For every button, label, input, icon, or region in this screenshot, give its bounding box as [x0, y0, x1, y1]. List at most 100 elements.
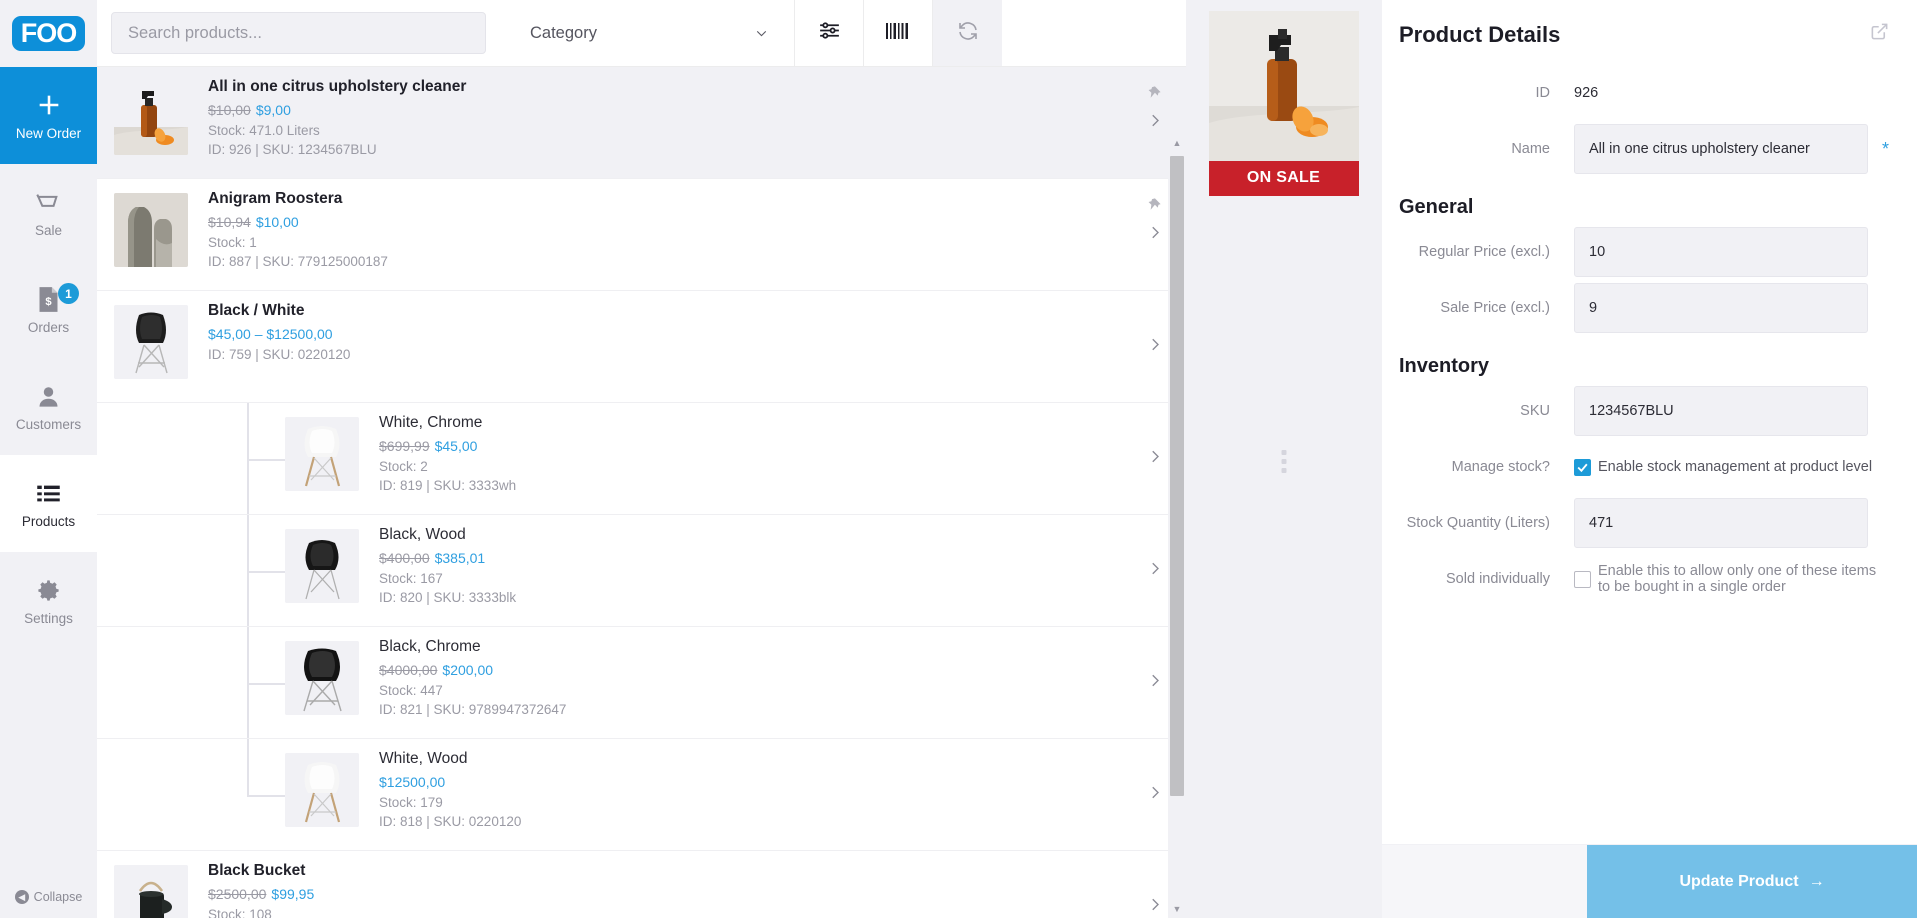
sidebar-item-customers[interactable]: Customers — [0, 358, 97, 455]
filter-button[interactable] — [795, 0, 864, 66]
product-stock: Stock: 471.0 Liters — [208, 123, 320, 138]
price-current: $9,00 — [255, 102, 291, 118]
price-current: $45,00 — [434, 438, 478, 454]
sidebar-item-products[interactable]: Products — [0, 455, 97, 552]
product-identifiers: ID: 819 | SKU: 3333wh — [379, 478, 517, 493]
sold-individually-checkbox-row[interactable]: Enable this to allow only one of these i… — [1574, 563, 1889, 595]
product-name: Black, Wood — [379, 526, 466, 543]
price-original: $2500,00 — [208, 886, 267, 902]
chevron-left-icon: ◀ — [14, 890, 29, 904]
product-stock: Stock: 2 — [379, 459, 428, 474]
product-row[interactable]: All in one citrus upholstery cleaner $10,… — [97, 67, 1186, 179]
regular-price-input[interactable]: 10 — [1574, 227, 1868, 277]
external-link-icon[interactable] — [1870, 22, 1889, 46]
product-thumbnail — [114, 865, 188, 918]
name-input[interactable]: All in one citrus upholstery cleaner — [1574, 124, 1868, 174]
scroll-down-arrow[interactable]: ▼ — [1168, 900, 1186, 918]
chevron-right-icon[interactable] — [1146, 335, 1164, 358]
sidebar-item-orders[interactable]: 1 $ Orders — [0, 261, 97, 358]
product-thumbnail — [285, 529, 359, 603]
field-label-regular-price: Regular Price (excl.) — [1418, 243, 1550, 260]
stock-quantity-input[interactable]: 471 — [1574, 498, 1868, 548]
preview-image — [1208, 11, 1359, 161]
sidebar-item-new-order[interactable]: New Order — [0, 67, 97, 164]
price-original: $400,00 — [379, 550, 430, 566]
cart-icon — [34, 187, 64, 217]
category-dropdown[interactable]: Category — [508, 0, 795, 66]
product-price: $4000,00 $200,00 — [379, 662, 1186, 678]
scroll-up-arrow[interactable]: ▲ — [1168, 134, 1186, 152]
chevron-right-icon[interactable] — [1146, 671, 1164, 694]
pin-icon[interactable] — [1145, 197, 1162, 219]
sidebar: FOO New Order Sale 1 $ Orders Customers … — [0, 0, 97, 918]
field-label-name: Name — [1511, 140, 1550, 157]
sale-price-input[interactable]: 9 — [1574, 283, 1868, 333]
chevron-right-icon[interactable] — [1146, 111, 1164, 134]
product-name: Anigram Roostera — [208, 190, 343, 207]
field-label-id: ID — [1535, 84, 1551, 101]
product-stock: Stock: 167 — [379, 571, 443, 586]
barcode-scan-button[interactable] — [864, 0, 933, 66]
chevron-right-icon[interactable] — [1146, 783, 1164, 806]
search-input[interactable] — [128, 23, 469, 43]
chevron-right-icon[interactable] — [1146, 559, 1164, 582]
product-info: White, Wood $12500,00 Stock: 179 ID: 818 | … — [379, 750, 1186, 833]
product-list-scrollbar[interactable]: ▲ ▼ — [1168, 134, 1186, 918]
manage-stock-checkbox[interactable] — [1574, 458, 1591, 476]
app-root: FOO New Order Sale 1 $ Orders Customers … — [0, 0, 1917, 918]
product-identifiers: ID: 820 | SKU: 3333blk — [379, 590, 517, 605]
sidebar-item-label: Products — [21, 514, 76, 529]
field-manage-stock: Manage stock? Enable stock management at… — [1399, 442, 1889, 492]
preview-card[interactable]: ON SALE — [1208, 11, 1359, 196]
field-label-sku: SKU — [1520, 402, 1550, 419]
product-variant-row[interactable]: White, Chrome $699,99 $45,00 Stock: 2 ID: 81… — [97, 403, 1186, 515]
product-variant-row[interactable]: White, Wood $12500,00 Stock: 179 ID: 818 | … — [97, 739, 1186, 851]
field-regular-price: Regular Price (excl.) 10 * — [1399, 227, 1889, 277]
product-price: $2500,00 $99,95 — [208, 886, 1186, 902]
field-name: Name All in one citrus upholstery cleane… — [1399, 124, 1889, 174]
pin-icon[interactable] — [1145, 85, 1162, 107]
product-row[interactable]: Anigram Roostera $10,94 $10,00 Stock: 1 ID: … — [97, 179, 1186, 291]
search-box[interactable] — [111, 12, 486, 54]
panel-resize-handle[interactable] — [1281, 450, 1286, 473]
refresh-button[interactable] — [933, 0, 1002, 66]
product-thumbnail — [114, 193, 188, 267]
product-list-column: Category All in on — [97, 0, 1186, 918]
field-stock-quantity: Stock Quantity (Liters) 471 * — [1399, 498, 1889, 548]
refresh-icon — [956, 19, 980, 48]
manage-stock-checkbox-row[interactable]: Enable stock management at product level — [1574, 458, 1872, 476]
update-product-button[interactable]: Update Product → — [1587, 845, 1917, 918]
panel-divider — [1381, 0, 1382, 918]
sidebar-item-sale[interactable]: Sale — [0, 164, 97, 261]
chevron-right-icon[interactable] — [1146, 447, 1164, 470]
product-row[interactable]: Black Bucket$2500,00$99,95Stock: 108ID: … — [97, 851, 1186, 918]
collapse-sidebar-button[interactable]: ◀ Collapse — [0, 890, 97, 904]
field-label-sale-price: Sale Price (excl.) — [1440, 299, 1550, 316]
sku-input[interactable]: 1234567BLU — [1574, 386, 1868, 436]
price-current: $99,95 — [271, 886, 315, 902]
product-identifiers: ID: 759 | SKU: 0220120 — [208, 347, 351, 362]
product-price: $699,99 $45,00 — [379, 438, 1186, 454]
sidebar-item-settings[interactable]: Settings — [0, 552, 97, 649]
product-thumbnail — [285, 417, 359, 491]
sold-individually-checkbox[interactable] — [1574, 570, 1591, 588]
product-row[interactable]: Black / White $45,00 – $12500,00 ID: 759 |… — [97, 291, 1186, 403]
details-footer: Update Product → — [1381, 844, 1917, 918]
product-name: White, Wood — [379, 750, 468, 767]
price-current: $385,01 — [434, 550, 486, 566]
product-list-scroll-area[interactable]: All in one citrus upholstery cleaner $10,… — [97, 67, 1186, 918]
sidebar-item-label: Sale — [34, 223, 63, 238]
product-variant-row[interactable]: Black, Chrome $4000,00 $200,00 Stock: 447 ID… — [97, 627, 1186, 739]
product-variant-row[interactable]: Black, Wood $400,00 $385,01 Stock: 167 ID: 8… — [97, 515, 1186, 627]
price-current: $200,00 — [442, 662, 494, 678]
category-label: Category — [530, 23, 597, 42]
sidebar-item-label: Customers — [15, 417, 82, 432]
scrollbar-thumb[interactable] — [1170, 156, 1184, 796]
chevron-right-icon[interactable] — [1146, 223, 1164, 246]
product-price: $12500,00 — [379, 774, 1186, 790]
product-info: Black / White $45,00 – $12500,00 ID: 759 |… — [208, 302, 1186, 366]
chevron-right-icon[interactable] — [1146, 895, 1164, 918]
app-logo[interactable]: FOO — [0, 0, 97, 67]
sidebar-item-label: Orders — [27, 320, 70, 335]
product-preview-column: ON SALE — [1186, 0, 1381, 918]
